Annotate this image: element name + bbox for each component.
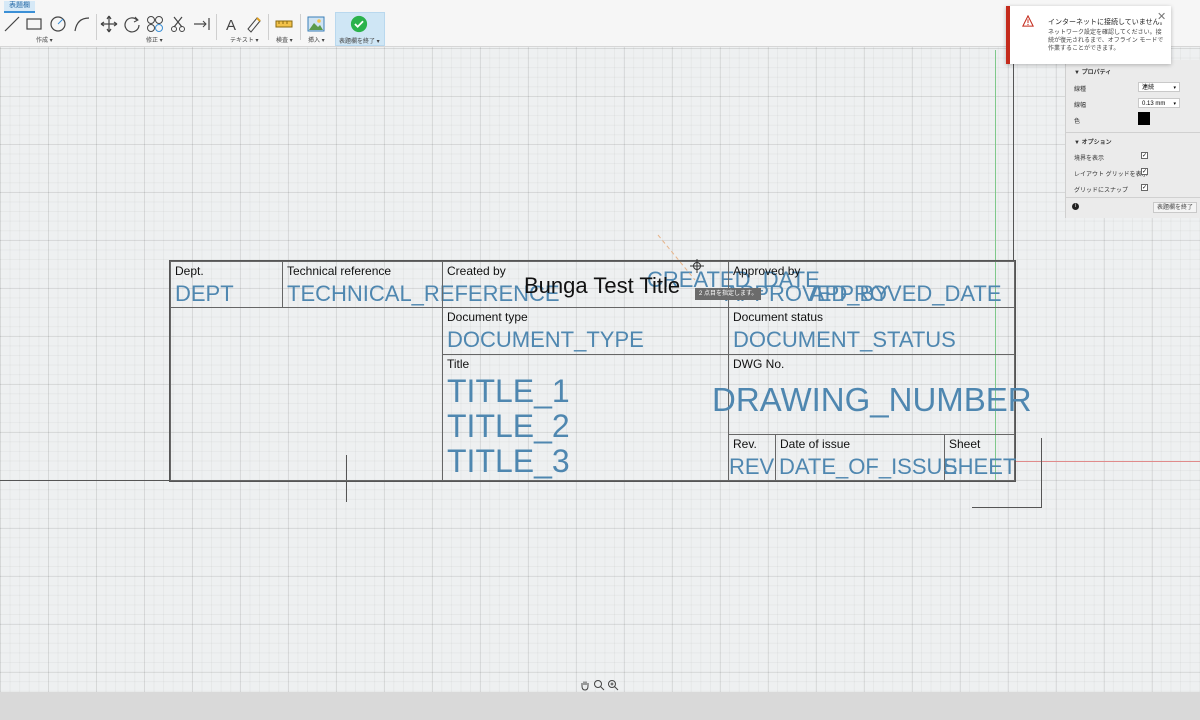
panel-divider [1066,132,1200,133]
show-border-checkbox[interactable]: ✓ [1141,152,1148,159]
group-label-modify[interactable]: 修正 ▾ [146,35,163,44]
status-bar [0,692,1200,720]
corner-mark-horizontal [972,507,1042,508]
document-status-value: DOCUMENT_STATUS [733,327,956,352]
date-of-issue-label: Date of issue [780,437,851,451]
toolbar-separator [96,14,97,40]
cell-empty-left [170,307,443,481]
rev-value: REV [729,454,775,479]
svg-text:A: A [226,17,236,34]
offline-notification: インターネットに接続していません。 ネットワーク設定を確認してください。接続が復… [1006,6,1171,64]
line-tool-icon[interactable] [2,14,22,34]
extend-tool-icon[interactable] [192,14,212,34]
document-status-label: Document status [733,310,824,324]
cell-rev[interactable]: Rev. REV [728,434,776,481]
drawing-number-value: DRAWING_NUMBER [712,381,1032,418]
cell-approved-by[interactable]: Approved by APPROVED_BY APPROVED_DATE [725,261,1015,308]
linetype-label: 線種 [1074,87,1087,93]
color-label: 色 [1074,119,1081,125]
snap-to-grid-checkbox[interactable]: ✓ [1141,184,1148,191]
close-icon[interactable]: ✕ [1157,10,1166,23]
toolbar-separator [300,14,301,40]
insert-image-icon[interactable] [306,14,326,34]
cell-date-of-issue[interactable]: Date of issue DATE_OF_ISSUE [775,434,957,481]
properties-header[interactable]: ▼ プロパティ [1074,67,1111,76]
group-label-inspect[interactable]: 検査 ▾ [276,35,293,44]
title-block: Dept. DEPT Technical reference TECHNICAL… [169,260,1032,482]
zoom-window-icon[interactable] [593,679,605,691]
group-label-text[interactable]: テキスト ▾ [230,35,259,44]
dept-label: Dept. [175,264,204,278]
trim-tool-icon[interactable] [169,14,189,34]
cell-dept[interactable]: Dept. DEPT [170,261,283,308]
notification-body: ネットワーク設定を確認してください。接続が復元されるまで、オフライン モードで作… [1048,30,1164,52]
rectangle-tool-icon[interactable] [24,14,44,34]
info-icon[interactable]: i [1072,203,1079,210]
tab-title-block[interactable]: 表題欄 [4,1,35,13]
finish-title-block-button[interactable]: 表題欄を終了 ▾ [335,12,385,46]
measure-tool-icon[interactable] [274,14,294,34]
chevron-down-icon: ▾ [1173,101,1176,107]
cell-technical-reference[interactable]: Technical reference TECHNICAL_REFERENCE [282,261,560,308]
group-label-insert[interactable]: 挿入 ▾ [308,35,325,44]
approved-by-label: Approved by [733,264,801,278]
sheet-label: Sheet [949,437,981,451]
arc-tool-icon[interactable] [72,14,92,34]
title-label: Title [447,357,470,371]
finish-title-block-label: 表題欄を終了 ▾ [339,39,380,45]
document-type-value: DOCUMENT_TYPE [447,327,644,352]
linetype-select[interactable]: 連続 ▾ [1138,82,1180,92]
lineweight-select[interactable]: 0.13 mm ▾ [1138,98,1180,108]
dwg-no-label: DWG No. [733,357,785,371]
pattern-tool-icon[interactable] [145,14,165,34]
created-by-label: Created by [447,264,506,278]
cell-document-status[interactable]: Document status DOCUMENT_STATUS [728,307,1015,355]
circle-tool-icon[interactable] [48,14,68,34]
toolbar-separator [268,14,269,40]
crosshair-cursor-icon [690,259,704,273]
snap-to-grid-label: グリッドにスナップ [1074,188,1129,194]
color-swatch[interactable] [1138,112,1150,125]
panel-divider [1066,197,1200,198]
cursor-tooltip: 2 点目を指定します。 [695,288,762,300]
cell-title[interactable]: Title TITLE_1 TITLE_2 TITLE_3 [442,354,729,481]
sheet-value: SHEET [943,454,1017,479]
lineweight-label: 線幅 [1074,103,1087,109]
properties-panel: ▼ プロパティ 線種 連続 ▾ 線幅 0.13 mm ▾ 色 ▼ オプション 境… [1065,60,1200,218]
title-line-1: TITLE_1 [447,373,570,409]
warning-icon [1022,15,1034,27]
rev-label: Rev. [733,437,757,451]
checkmark-icon [350,15,368,33]
dept-value: DEPT [175,281,234,306]
text-tool-icon[interactable]: A [222,14,242,34]
group-label-create[interactable]: 作成 ▾ [36,35,53,44]
corner-mark-vertical [1041,438,1042,508]
text-edit-tool-icon[interactable] [245,14,265,34]
cell-dwg-no[interactable]: DWG No. DRAWING_NUMBER [712,354,1032,435]
rotate-tool-icon[interactable] [122,14,142,34]
drawing-border-right [1013,60,1014,260]
show-layout-grid-label: レイアウト グリッドを表示 [1074,172,1148,178]
document-type-label: Document type [447,310,528,324]
title-line-2: TITLE_2 [447,408,570,444]
chevron-down-icon: ▾ [1173,85,1176,91]
cell-document-type[interactable]: Document type DOCUMENT_TYPE [442,307,729,355]
title-line-3: TITLE_3 [447,443,570,479]
lineweight-value: 0.13 mm [1142,101,1166,107]
approved-date-value: APPROVED_DATE [810,281,1002,306]
rubber-band-line [657,234,696,281]
notification-title: インターネットに接続していません。 [1048,19,1167,26]
show-layout-grid-checkbox[interactable]: ✓ [1141,168,1148,175]
technical-reference-label: Technical reference [287,264,392,278]
linetype-value: 連続 [1142,85,1155,91]
show-border-label: 境界を表示 [1074,156,1105,162]
cell-sheet[interactable]: Sheet SHEET [943,434,1017,481]
pan-icon[interactable] [579,679,591,691]
date-of-issue-value: DATE_OF_ISSUE [779,454,958,479]
move-tool-icon[interactable] [99,14,119,34]
finish-title-block-panel-button[interactable]: 表題欄を終了 [1153,202,1197,213]
zoom-icon[interactable] [607,679,619,691]
options-header[interactable]: ▼ オプション [1074,137,1112,146]
toolbar-separator [216,14,217,40]
